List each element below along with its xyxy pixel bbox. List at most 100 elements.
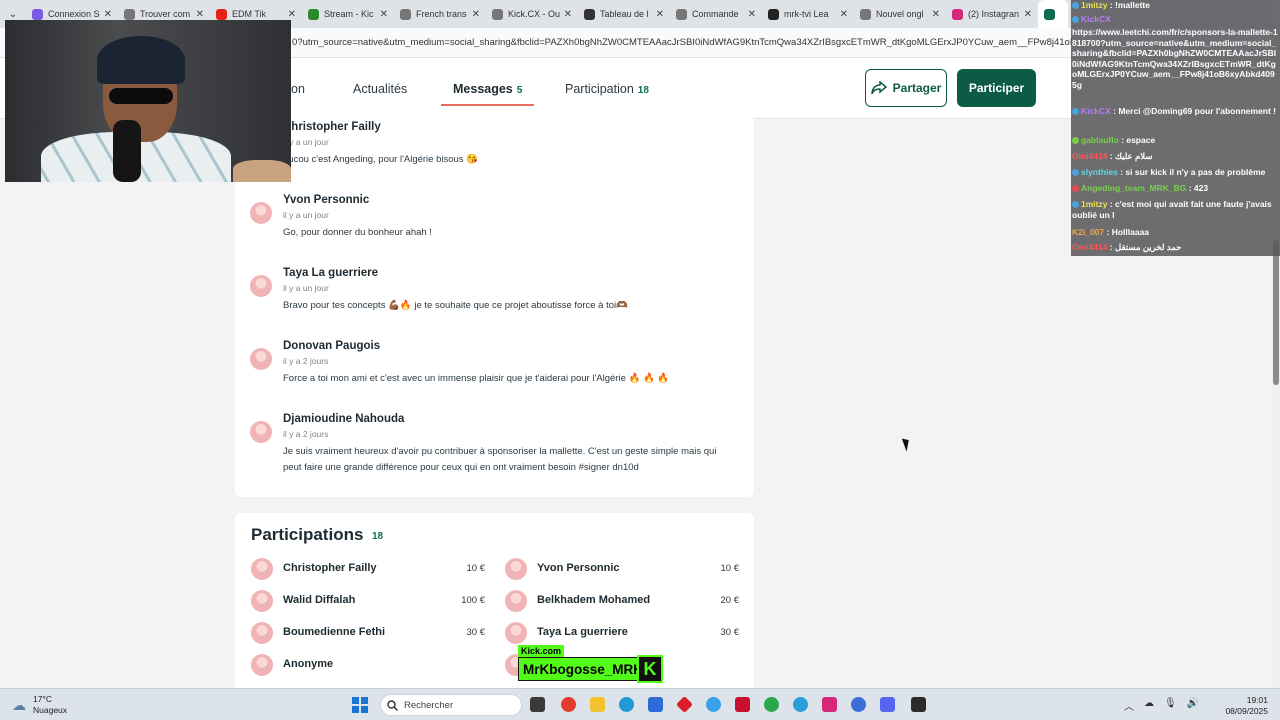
nav-link-messages[interactable]: Messages 5: [440, 82, 535, 106]
taskbar-search[interactable]: Rechercher: [380, 694, 522, 716]
clock-date: 08/09/2025: [1225, 706, 1268, 716]
chat-username: KickCX: [1081, 14, 1111, 24]
chat-text: Holllaaaa: [1111, 227, 1150, 237]
avatar: [505, 558, 527, 580]
url-text[interactable]: 0?utm_source=native&utm_medium=social_sh…: [292, 37, 1072, 48]
chat-username: gablauflo: [1081, 135, 1119, 145]
tab-title: Stream - Kic: [324, 9, 374, 19]
tab-10[interactable]: Nouvel ongl ✕: [854, 0, 946, 28]
tab-favicon: [216, 8, 227, 20]
participation-row: Taya La guerriere 30 €: [505, 622, 743, 644]
close-icon[interactable]: ✕: [840, 9, 848, 20]
participant-amount: 10 €: [720, 563, 740, 574]
participation-count-badge: 18: [637, 85, 649, 96]
tab-11[interactable]: (2) Instagran ✕: [946, 0, 1038, 28]
webcam-person-cap: [97, 36, 185, 84]
shield-app-icon[interactable]: [735, 697, 750, 712]
chrome-icon[interactable]: [561, 697, 576, 712]
app-icon[interactable]: [851, 697, 866, 712]
close-icon[interactable]: ✕: [380, 9, 388, 20]
cloud-icon: ☁: [12, 697, 26, 713]
chrome-alt-icon[interactable]: [764, 697, 779, 712]
nav-link-actualites[interactable]: Actualités: [353, 82, 407, 96]
avatar: [251, 622, 273, 644]
tab-title: Kick.CX - Ou: [508, 9, 560, 19]
windows-taskbar: ☁ 17°C Nuageux Rechercher ︿ ☁ 🎙 🔊 19:01 …: [0, 688, 1280, 720]
task-view-icon[interactable]: [530, 697, 545, 712]
close-icon[interactable]: ✕: [196, 9, 204, 20]
terminal-icon[interactable]: [911, 697, 926, 712]
nav-link-participation[interactable]: Participation 18: [565, 82, 649, 96]
telegram-icon[interactable]: [793, 697, 808, 712]
chat-separator: :: [1186, 183, 1194, 193]
close-icon[interactable]: ✕: [932, 9, 940, 20]
share-button[interactable]: Partager: [865, 69, 947, 107]
chat-message: KickCX : Merci @Doming69 pour l'abonneme…: [1072, 106, 1279, 117]
edge-icon[interactable]: [619, 697, 634, 712]
participant-name: Christopher Failly: [283, 562, 377, 574]
chat-message: slynthies : si sur kick il n'y a pas de …: [1072, 167, 1279, 178]
tab-title: mrk-tvi Lea: [784, 9, 829, 19]
chat-username: Omi4414: [1072, 151, 1108, 161]
chat-badge-icon: [1072, 169, 1079, 177]
weather-temp: 17°C: [33, 694, 52, 704]
clock-time: 19:01: [1246, 695, 1268, 705]
participation-row: Walid Diffalah 100 €: [251, 590, 489, 612]
close-icon[interactable]: ✕: [472, 9, 480, 20]
message-text: Je suis vraiment heureux d'avoir pu cont…: [283, 446, 717, 473]
search-icon: [387, 699, 398, 711]
tab-4[interactable]: Stream - Kic ✕: [302, 0, 394, 28]
file-explorer-icon[interactable]: [590, 697, 605, 712]
close-icon[interactable]: ✕: [288, 9, 296, 20]
tab-favicon: [492, 8, 503, 20]
tab-5[interactable]: French trans ✕: [394, 0, 486, 28]
chat-separator: :: [1107, 199, 1116, 209]
chat-text: https://www.leetchi.com/fr/c/sponsors-la…: [1072, 27, 1278, 90]
tab-title: Nouvel ongl: [876, 9, 924, 19]
chat-message: gablauflo : espace: [1072, 135, 1279, 146]
stream-chat-overlay: 1mitzy : !mallette KickCX https://www.le…: [1071, 0, 1280, 256]
cloud-sync-icon[interactable]: ☁: [1144, 698, 1154, 713]
chat-badge-icon: [1072, 108, 1079, 116]
microphone-tray-icon[interactable]: 🎙: [1164, 698, 1177, 713]
participation-row: Yvon Personnic 10 €: [505, 558, 743, 580]
close-icon[interactable]: ✕: [748, 9, 756, 20]
chat-message: 1mitzy : !mallette: [1072, 0, 1279, 11]
participant-amount: 30 €: [720, 627, 740, 638]
instagram-icon[interactable]: [822, 697, 837, 712]
participation-row: Belkhadem Mohamed 20 €: [505, 590, 743, 612]
participant-amount: 10 €: [466, 563, 486, 574]
system-tray[interactable]: ︿ ☁ 🎙 🔊: [1124, 698, 1199, 713]
taskbar-clock[interactable]: 19:01 08/09/2025: [1222, 695, 1268, 717]
close-icon[interactable]: ✕: [564, 9, 572, 20]
volume-icon[interactable]: 🔊: [1187, 698, 1199, 713]
chat-username: Omi4414: [1072, 242, 1108, 252]
windows-start-icon[interactable]: [352, 697, 368, 713]
store-icon[interactable]: [648, 697, 663, 712]
close-icon[interactable]: ✕: [104, 9, 112, 20]
tab-favicon: [676, 8, 687, 20]
close-icon[interactable]: ✕: [656, 9, 664, 20]
tab-6[interactable]: Kick.CX - Ou ✕: [486, 0, 578, 28]
chat-message: https://www.leetchi.com/fr/c/sponsors-la…: [1072, 27, 1279, 90]
tab-7[interactable]: Tableau de l ✕: [578, 0, 670, 28]
participate-button[interactable]: Participer: [957, 69, 1036, 107]
participation-row: Anonyme: [251, 654, 489, 676]
avatar: [250, 348, 272, 370]
tab-9[interactable]: mrk-tvi Lea ✕: [762, 0, 854, 28]
nav-link-presentation[interactable]: on: [291, 82, 305, 96]
colorful-app-icon[interactable]: [706, 697, 721, 712]
discord-icon[interactable]: [880, 697, 895, 712]
scrollbar-thumb[interactable]: [1273, 240, 1279, 385]
chevron-up-icon[interactable]: ︿: [1124, 698, 1134, 713]
messages-card: Christopher Failly il y a un jour oucou …: [235, 116, 754, 497]
tab-8[interactable]: Commande ✕: [670, 0, 762, 28]
red-app-icon[interactable]: [676, 696, 693, 713]
chat-message: 1mitzy : c'est moi qui avait fait une fa…: [1072, 199, 1279, 220]
tab-12-active[interactable]: [1038, 0, 1068, 28]
nav-label: Actualités: [353, 82, 408, 96]
close-icon[interactable]: ✕: [1024, 9, 1032, 20]
chat-badge-icon: [1072, 201, 1079, 209]
chat-message: Omi4414 : سلام عليك: [1072, 151, 1279, 162]
participant-amount: 100 €: [461, 595, 485, 606]
